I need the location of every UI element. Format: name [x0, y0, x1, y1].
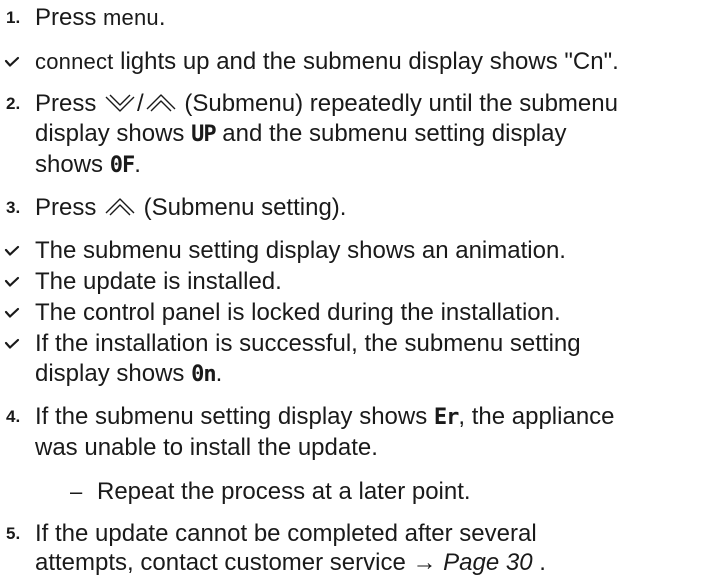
- checkmark-icon: [4, 245, 20, 256]
- result-text: lights up and the submenu display shows …: [113, 48, 619, 75]
- sub-step-text: Repeat the process at a later point.: [97, 478, 471, 505]
- chevron-down-icon: [105, 94, 135, 112]
- dash-bullet: –: [70, 479, 83, 504]
- step-text: Press: [35, 4, 104, 31]
- result-text: The update is installed.: [35, 268, 282, 295]
- step-text: , the appliance: [458, 403, 615, 430]
- separator-slash: /: [137, 90, 144, 117]
- result-text-end: .: [215, 360, 223, 387]
- step-text-end: .: [134, 151, 141, 178]
- step-text: display shows: [35, 120, 192, 147]
- result-text: The control panel is locked during the i…: [35, 299, 561, 326]
- menu-key-label: menu: [103, 5, 159, 30]
- step-text: Press: [35, 90, 104, 117]
- segment-display-error: Er: [433, 405, 459, 430]
- step-text: was unable to install the update.: [35, 434, 378, 461]
- chevron-up-icon: [146, 94, 176, 112]
- step-number: 1.: [6, 8, 21, 27]
- step-text-end: .: [158, 4, 166, 31]
- checkmark-icon: [4, 338, 20, 349]
- step-number: 3.: [6, 198, 21, 217]
- checkmark-icon: [4, 307, 20, 318]
- result-text: The submenu setting display shows an ani…: [35, 237, 566, 264]
- checkmark-icon: [4, 56, 20, 67]
- connect-key-label: connect: [35, 49, 114, 74]
- step-text: and the submenu setting display: [215, 120, 567, 147]
- step-text: If the update cannot be completed after …: [35, 520, 537, 547]
- result-text: display shows: [35, 360, 192, 387]
- chevron-up-icon: [105, 198, 135, 216]
- checkmark-icon: [4, 276, 20, 287]
- step-text: (Submenu setting).: [137, 194, 347, 221]
- step-text: If the submenu setting display shows: [35, 403, 434, 430]
- step-text: Press: [35, 194, 104, 221]
- segment-display-up: UP: [191, 122, 216, 147]
- page-reference-link[interactable]: Page 30: [443, 549, 532, 576]
- segment-display-on: 0n: [191, 362, 216, 387]
- step-text: shows: [35, 151, 110, 178]
- segment-display-off: 0F: [109, 153, 135, 178]
- step-number: 2.: [6, 94, 21, 113]
- step-text-end: .: [532, 549, 546, 576]
- step-text: (Submenu) repeatedly until the submenu: [177, 90, 618, 117]
- step-number: 4.: [6, 407, 21, 426]
- step-text: attempts, contact customer service →: [35, 549, 444, 576]
- result-text: If the installation is successful, the s…: [35, 330, 581, 357]
- instruction-document: 1. Press menu. connect lights up and the…: [0, 0, 714, 576]
- step-number: 5.: [6, 524, 21, 543]
